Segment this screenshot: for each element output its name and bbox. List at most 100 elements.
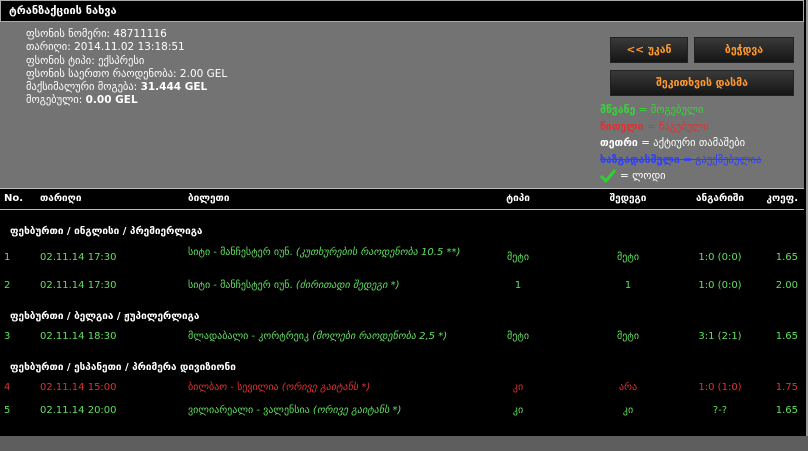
col-result: შედეგი xyxy=(609,193,647,204)
legend-cancelled: ხაზგადასმული = გაუქმებულია xyxy=(600,152,761,169)
row-match: ბილბაო - სევილია xyxy=(188,382,279,393)
legend-won-key: მწვანე xyxy=(600,104,636,116)
row-result: მეტი xyxy=(616,331,640,342)
row-score: 1:0 (1:0) xyxy=(698,382,742,393)
row-result: კი xyxy=(622,405,634,416)
type-value: ექსპრესი xyxy=(98,54,145,67)
legend-active-key: თეთრი xyxy=(600,137,638,149)
legend-active: თეთრი = აქტიური თამაშები xyxy=(600,135,761,152)
row-match: მლადაბალი - კორტრეიკ xyxy=(188,331,310,342)
row-date: 02.11.14 17:30 xyxy=(40,280,117,291)
group-header: ფეხბურთი / ინგლისი / პრემიერლიგა xyxy=(10,226,203,237)
transaction-window: ტრანზაქციის ნახვა ფსონის ნომერი: 4871111… xyxy=(0,0,808,436)
group-header: ფეხბურთი / ესპანეთი / პრიმერა დივიზიონი xyxy=(10,362,236,373)
row-type: კი xyxy=(512,405,524,416)
amount-label: ფსონის საერთო რაოდენობა: xyxy=(26,67,177,80)
win-line: მოგებული: 0.00 GEL xyxy=(26,94,227,107)
legend-lost: წითელი = წაგებული xyxy=(600,119,761,136)
col-ticket: ბილეთი xyxy=(188,193,230,204)
ask-question-button[interactable]: შეკითხვის დასმა xyxy=(610,70,794,96)
row-type: მეტი xyxy=(506,331,530,342)
row-match: ვილიარეალი - ვალენსია xyxy=(188,405,310,416)
row-ticket: სიტი - მანჩესტერ იუნ. (ძირითადი შედეგი *… xyxy=(188,280,468,292)
row-date: 02.11.14 18:30 xyxy=(40,331,117,342)
legend-active-text: = აქტიური თამაშები xyxy=(641,137,746,149)
row-no: 4 xyxy=(4,382,11,393)
print-button[interactable]: ბეჭდვა xyxy=(694,37,794,63)
legend-cancelled-key: ხაზგადასმული xyxy=(600,153,680,166)
row-type: კი xyxy=(512,382,524,393)
info-panel: ფსონის ნომერი: 48711116 თარიღი: 2014.11.… xyxy=(0,22,804,188)
row-type: 1 xyxy=(514,280,522,291)
amount-value: 2.00 GEL xyxy=(179,67,228,80)
date-label: თარიღი: xyxy=(26,41,71,54)
row-date: 02.11.14 17:30 xyxy=(40,252,117,263)
table-row[interactable]: 1 02.11.14 17:30 სიტი - მანჩესტერ იუნ. (… xyxy=(0,245,804,275)
col-score: ანგარიში xyxy=(695,193,745,204)
type-label: ფსონის ტიპი: xyxy=(26,54,95,67)
row-match: სიტი - მანჩესტერ იუნ. xyxy=(188,247,293,258)
ticket-number-label: ფსონის ნომერი: xyxy=(26,28,111,40)
group-header: ფეხბურთი / ბელგია / ჟუპილერლიგა xyxy=(10,311,200,322)
window-title: ტრანზაქციის ნახვა xyxy=(0,0,804,22)
legend-pending: = ლოდი xyxy=(600,168,761,185)
row-market: (ორივე გაიტანს *) xyxy=(312,405,402,416)
row-ticket: ბილბაო - სევილია (ორივე გაიტანს *) xyxy=(188,382,468,394)
status-legend: მწვანე = მოგებული წითელი = წაგებული თეთრ… xyxy=(600,102,761,185)
table-header: No. თარიღი ბილეთი ტიპი შედეგი ანგარიში კ… xyxy=(0,188,804,210)
max-win-value: 31.444 GEL xyxy=(140,81,208,94)
row-date: 02.11.14 15:00 xyxy=(40,382,117,393)
row-result: მეტი xyxy=(616,252,640,263)
amount-line: ფსონის საერთო რაოდენობა: 2.00 GEL xyxy=(26,68,227,81)
table-row[interactable]: 5 02.11.14 20:00 ვილიარეალი - ვალენსია (… xyxy=(0,405,804,419)
row-score: ?-? xyxy=(712,405,728,416)
row-ticket: სიტი - მანჩესტერ იუნ. (კუთხურების რაოდენ… xyxy=(188,245,468,261)
row-coef: 1.65 xyxy=(775,331,798,342)
date-value: 2014.11.02 13:18:51 xyxy=(74,41,185,54)
back-button[interactable]: << უკან xyxy=(610,37,688,63)
legend-lost-text: = წაგებული xyxy=(646,120,709,133)
col-type: ტიპი xyxy=(506,193,530,204)
row-result: 1 xyxy=(624,280,632,291)
row-score: 3:1 (2:1) xyxy=(698,331,742,342)
row-market: (მოლები რაოდენობა 2,5 *) xyxy=(312,331,448,342)
table-row[interactable]: 4 02.11.14 15:00 ბილბაო - სევილია (ორივე… xyxy=(0,382,804,396)
max-win-label: მაქსიმალური მოგება: xyxy=(26,81,138,94)
legend-won-text: = მოგებული xyxy=(638,104,704,116)
row-no: 3 xyxy=(4,331,11,342)
row-no: 5 xyxy=(4,405,11,416)
ticket-number-value: 48711116 xyxy=(113,28,167,40)
row-date: 02.11.14 20:00 xyxy=(40,405,117,416)
table-row[interactable]: 3 02.11.14 18:30 მლადაბალი - კორტრეიკ (მ… xyxy=(0,331,804,345)
ticket-number-line: ფსონის ნომერი: 48711116 xyxy=(26,28,227,41)
col-date: თარიღი xyxy=(40,193,82,204)
row-market: (კუთხურების რაოდენობა 10.5 **) xyxy=(295,247,461,258)
max-win-line: მაქსიმალური მოგება: 31.444 GEL xyxy=(26,81,227,94)
row-type: მეტი xyxy=(506,252,530,263)
legend-won: მწვანე = მოგებული xyxy=(600,102,761,119)
row-match: სიტი - მანჩესტერ იუნ. xyxy=(188,280,293,291)
row-coef: 1.65 xyxy=(775,405,798,416)
legend-pending-text: = ლოდი xyxy=(620,170,666,182)
col-coef: კოეფ. xyxy=(766,193,798,204)
row-market: (ძირითადი შედეგი *) xyxy=(295,280,400,291)
table-row[interactable]: 2 02.11.14 17:30 სიტი - მანჩესტერ იუნ. (… xyxy=(0,280,804,294)
row-no: 2 xyxy=(4,280,11,291)
row-ticket: ვილიარეალი - ვალენსია (ორივე გაიტანს *) xyxy=(188,405,468,417)
row-score: 1:0 (0:0) xyxy=(698,252,742,263)
row-score: 1:0 (0:0) xyxy=(698,280,742,291)
row-coef: 1.75 xyxy=(775,382,798,393)
check-icon xyxy=(600,169,616,183)
row-ticket: მლადაბალი - კორტრეიკ (მოლები რაოდენობა 2… xyxy=(188,331,488,343)
row-result: არა xyxy=(618,382,638,393)
row-coef: 2.00 xyxy=(775,280,798,291)
legend-cancelled-text: = გაუქმებულია xyxy=(683,153,762,166)
ticket-info: ფსონის ნომერი: 48711116 თარიღი: 2014.11.… xyxy=(26,28,227,108)
type-line: ფსონის ტიპი: ექსპრესი xyxy=(26,55,227,68)
row-coef: 1.65 xyxy=(775,252,798,263)
win-value: 0.00 GEL xyxy=(85,94,138,107)
date-line: თარიღი: 2014.11.02 13:18:51 xyxy=(26,41,227,54)
row-market: (ორივე გაიტანს *) xyxy=(281,382,371,393)
row-no: 1 xyxy=(4,252,11,263)
win-label: მოგებული: xyxy=(26,94,83,107)
